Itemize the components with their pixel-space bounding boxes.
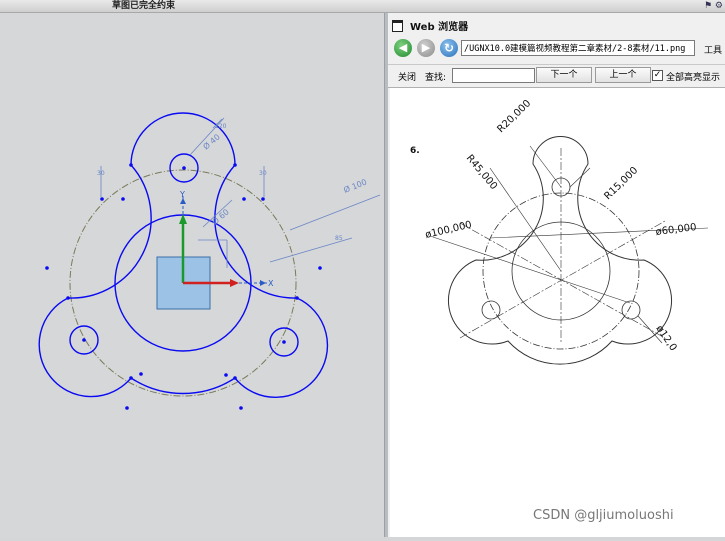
find-label: 查找: [425,73,447,83]
dim-reference[interactable]: 85 [335,235,343,242]
refresh-icon[interactable]: ↻ [440,39,458,57]
label-d100: ø100,000 [424,220,473,241]
label-d60: ø60,000 [655,222,697,238]
find-input[interactable] [452,68,535,83]
dim-angle-left[interactable]: 30 [97,170,105,177]
back-arrow-icon[interactable]: ◀ [394,39,412,57]
browser-titlebar: Web 浏览器 [388,13,725,37]
browser-navbar: ◀ ▶ ↻ /UGNX10.0建模篇视频教程第二章素材/2-8素材/11.png… [388,37,725,61]
label-r20: R20,000 [495,98,533,135]
browser-page: 6. R20,000 R45,000 R15,000 ø100,000 ø60,… [390,88,725,537]
dim-pitch-diameter[interactable]: Ø 100 [342,177,368,195]
window-icon [392,20,403,32]
y-axis-label: Y [179,190,185,199]
label-r45: R45,000 [464,153,499,192]
web-browser-panel: Web 浏览器 ◀ ▶ ↻ /UGNX10.0建模篇视频教程第二章素材/2-8素… [388,13,725,537]
dim-angle[interactable]: 120 [215,123,227,130]
find-previous-button[interactable]: 上一个 [595,67,651,83]
sketch-drawing[interactable]: Ø 40 Ø 60 Ø 100 30 30 85 120 X Y [0,13,384,537]
forward-arrow-icon[interactable]: ▶ [417,39,435,57]
address-bar[interactable]: /UGNX10.0建模篇视频教程第二章素材/2-8素材/11.png [461,40,695,56]
ref-left-hole [481,300,501,320]
label-d12: ø12,0 [654,324,679,354]
window-controls-icon[interactable]: ⚑ ⚙ [704,0,723,12]
watermark: CSDN @gljiumoluoshi [533,508,674,523]
sketch-canvas[interactable]: Ø 40 Ø 60 Ø 100 30 30 85 120 X Y [0,13,384,537]
dim-angle-right[interactable]: 30 [259,170,267,177]
reference-drawing: 6. R20,000 R45,000 R15,000 ø100,000 ø60,… [410,98,709,365]
highlight-all-label: 全部高亮显示 [666,73,721,83]
dim-inner-diameter[interactable]: Ø 60 [210,207,231,227]
highlight-all-checkbox[interactable]: ✓ [652,70,663,81]
label-r15: R15,000 [602,165,640,202]
browser-title: Web 浏览器 [410,22,469,33]
tools-menu[interactable]: 工具 [704,43,722,56]
find-bar: 关闭 查找: 下一个 上一个 ✓ 全部高亮显示 [388,64,725,88]
find-next-button[interactable]: 下一个 [536,67,592,83]
close-find-button[interactable]: 关闭 [398,70,416,83]
x-extension-arrowhead [260,280,266,286]
x-axis-arrowhead [230,279,239,287]
top-status-bar: 草图已完全约束 ⚑ ⚙ [0,0,725,13]
dim-hole-diameter[interactable]: Ø 40 [201,132,222,152]
x-axis-label: X [268,279,274,288]
drawing-number: 6. [410,146,420,156]
sketch-status-message: 草图已完全约束 [112,1,176,11]
ref-right-hole [621,300,641,320]
